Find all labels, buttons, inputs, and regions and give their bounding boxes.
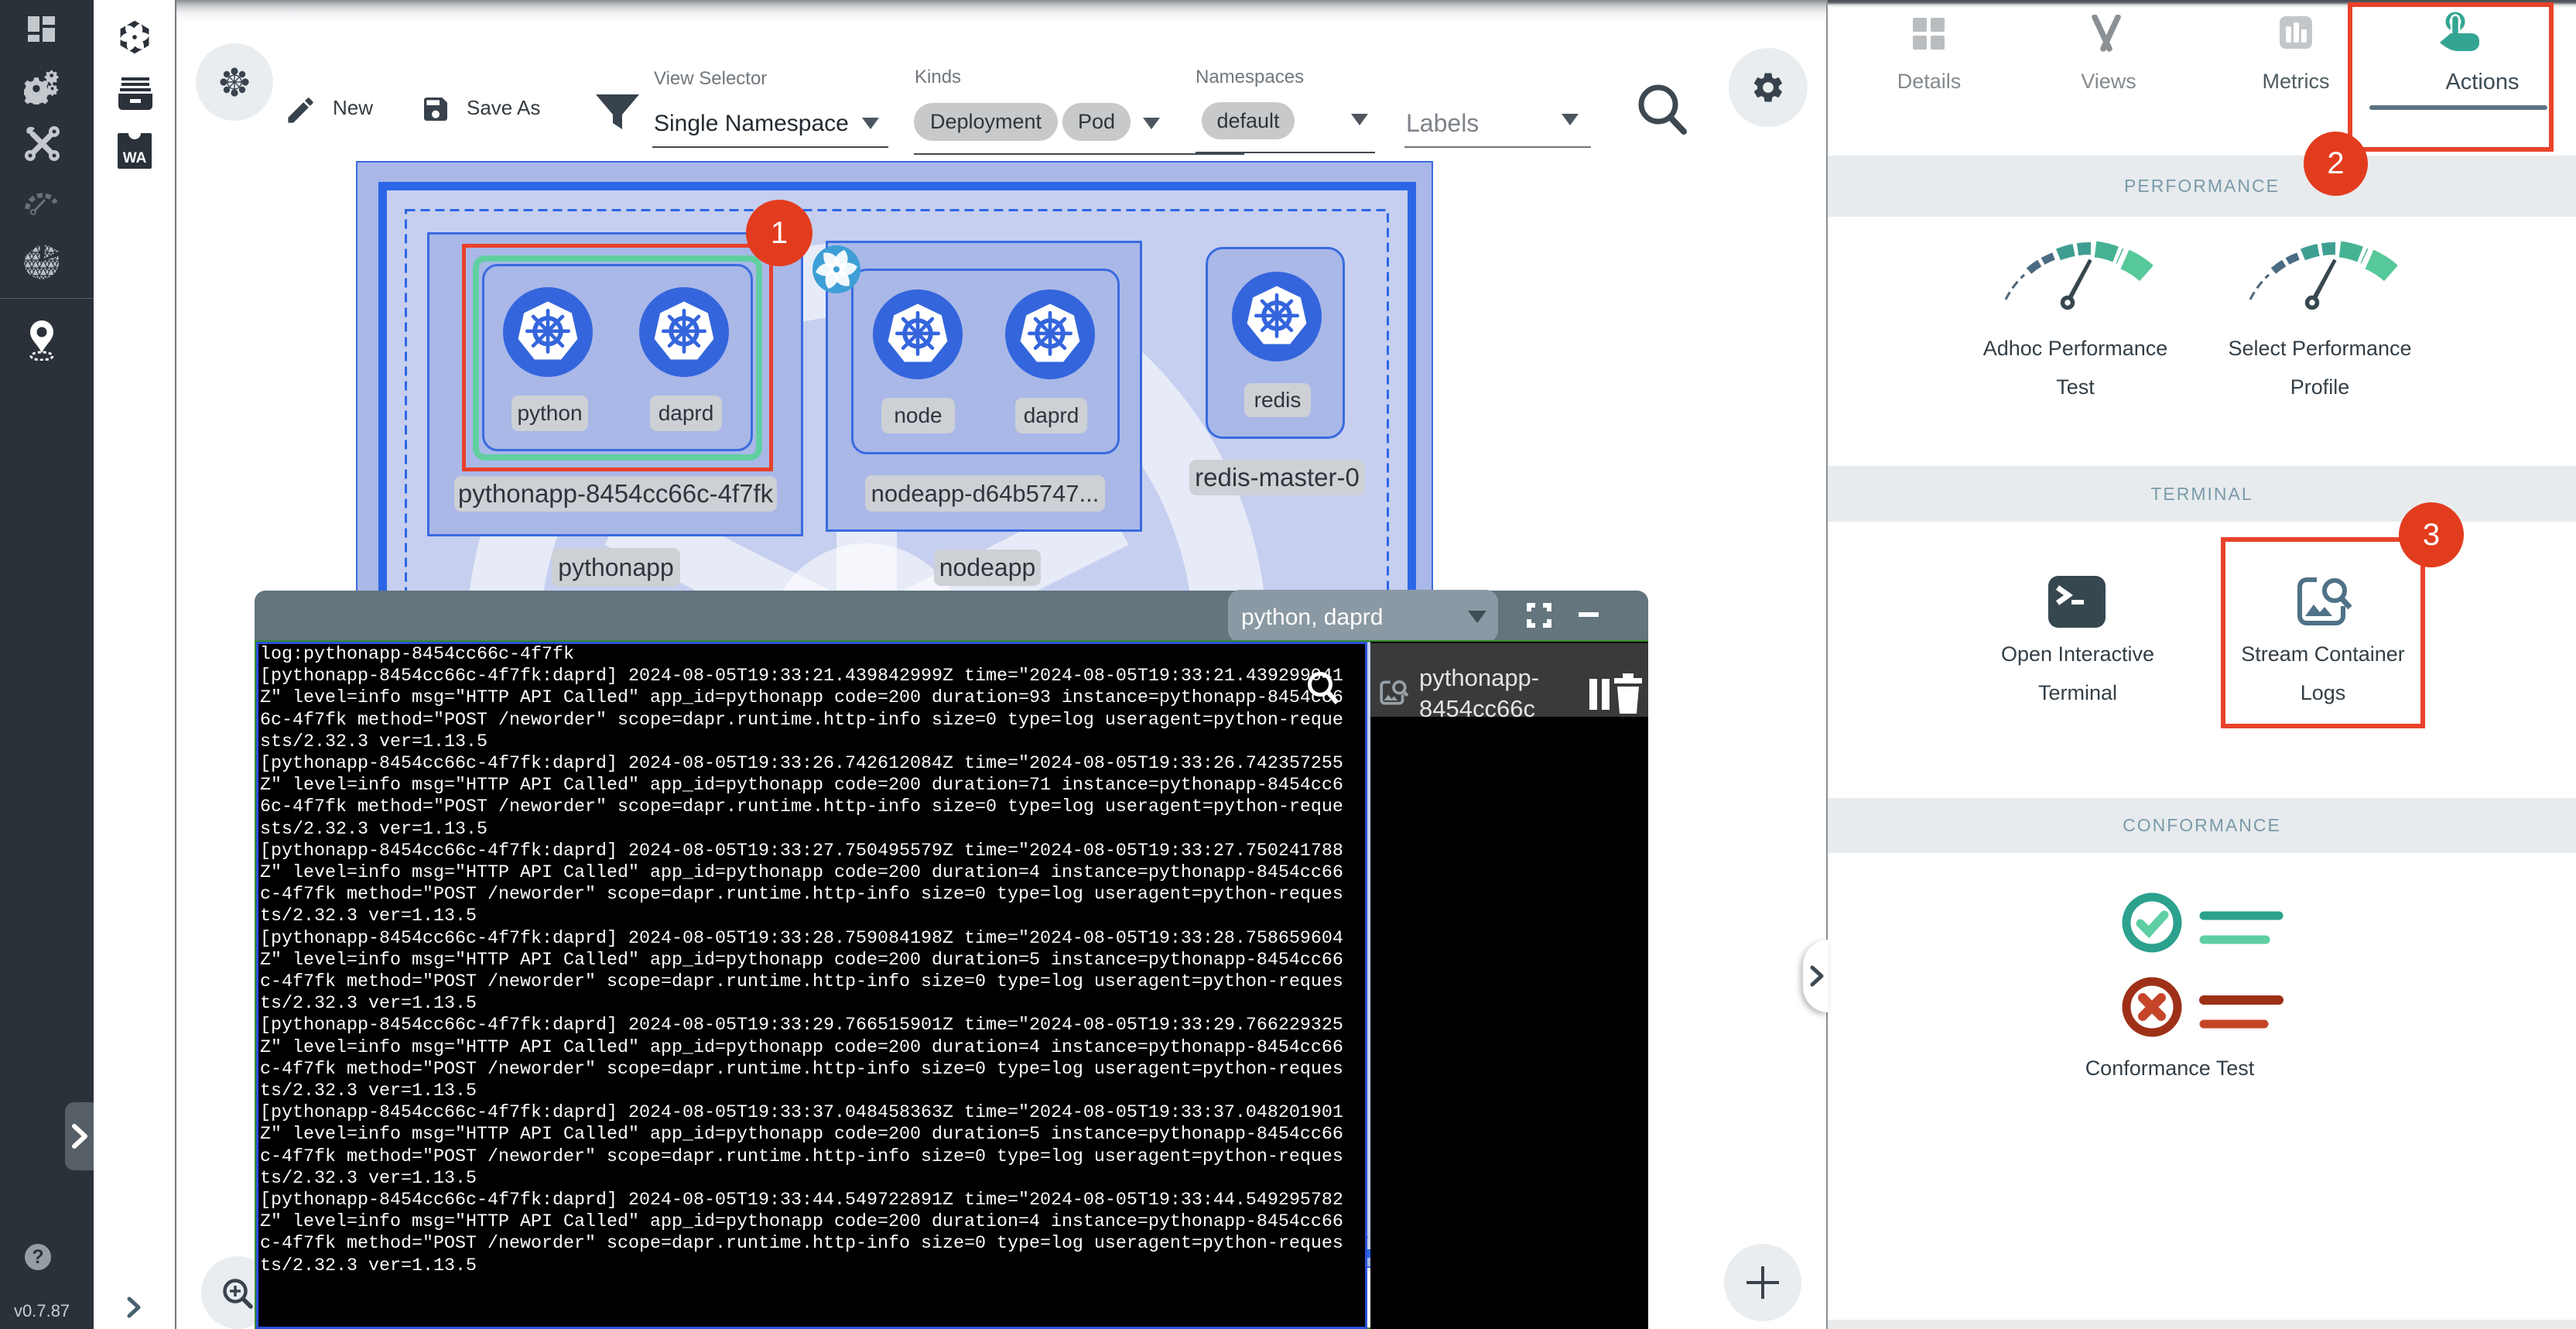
svg-text:WA: WA — [123, 150, 147, 166]
